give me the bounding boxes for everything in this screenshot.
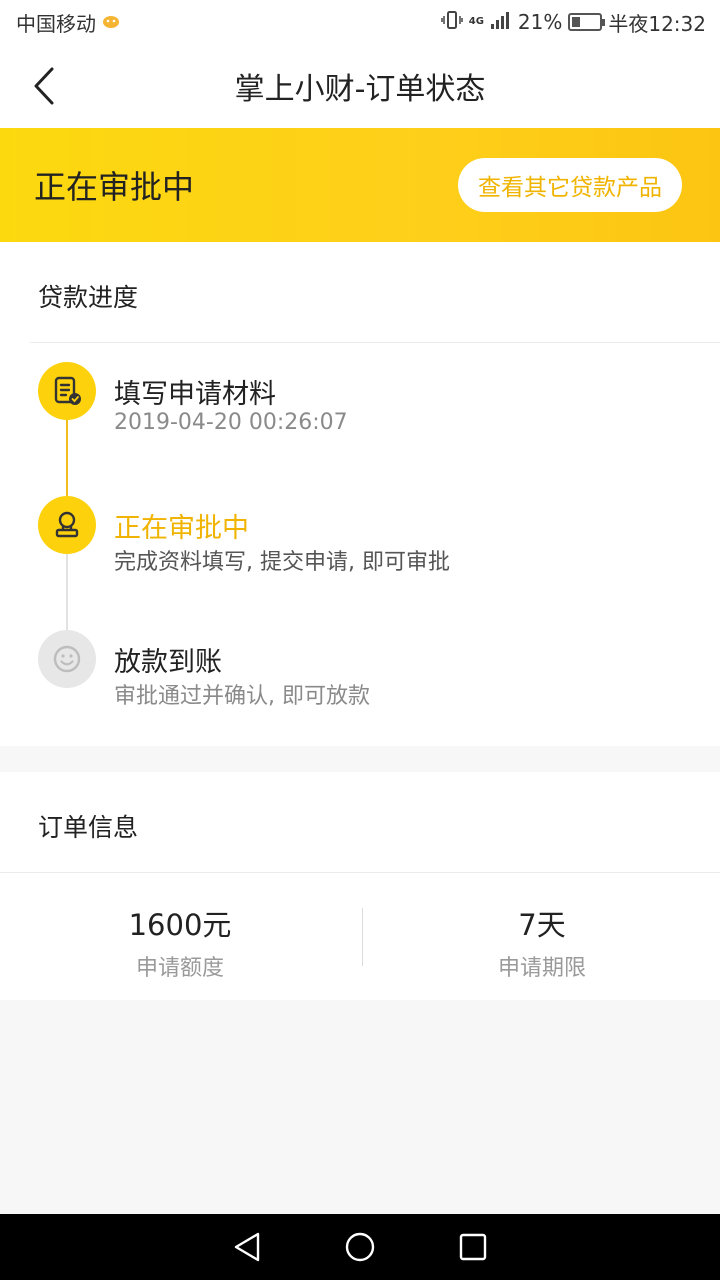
loan-progress-card: 贷款进度 填写申请材料 2019-04-20 00:26:07 正在审批中 完成… [0, 242, 720, 746]
step-subtitle: 审批通过并确认, 即可放款 [114, 684, 370, 709]
order-status: 正在审批中 [34, 168, 195, 206]
step-timestamp: 2019-04-20 00:26:07 [114, 410, 348, 435]
term-value: 7天 [518, 908, 566, 942]
amount-value: 1600元 [128, 908, 232, 942]
circle-home-icon [345, 1232, 375, 1262]
status-bar-left: 中国移动 [16, 8, 120, 37]
order-info-title: 订单信息 [38, 813, 139, 842]
chevron-left-icon [34, 67, 54, 105]
stamp-icon [38, 496, 96, 554]
order-info-card: 订单信息 1600元 申请额度 7天 申请期限 [0, 772, 720, 1000]
step-title: 填写申请材料 [114, 379, 276, 410]
divider [30, 342, 720, 343]
network-type: 4G [468, 16, 484, 27]
term-info: 7天 申请期限 [362, 902, 720, 982]
step-title-active: 正在审批中 [114, 513, 249, 544]
nav-bar: 掌上小财-订单状态 [0, 44, 720, 128]
vibrate-icon [440, 10, 463, 35]
page-title: 掌上小财-订单状态 [234, 72, 486, 107]
carrier-label: 中国移动 [16, 11, 96, 36]
status-bar: 中国移动 4G 21% 半夜12:32 [0, 0, 720, 44]
term-label: 申请期限 [497, 956, 586, 981]
status-banner: 正在审批中 查看其它贷款产品 [0, 128, 720, 242]
smiley-icon [38, 630, 96, 688]
amount-label: 申请额度 [135, 956, 224, 981]
clock: 半夜12:32 [608, 11, 706, 36]
square-recents-icon [460, 1233, 487, 1261]
other-products-button[interactable]: 查看其它贷款产品 [458, 158, 682, 212]
step-title: 放款到账 [114, 647, 222, 678]
battery-icon [568, 13, 606, 31]
system-nav-bar [0, 1214, 720, 1280]
system-recents-button[interactable] [453, 1227, 493, 1267]
system-back-button[interactable] [227, 1227, 267, 1267]
notification-icon [102, 10, 120, 34]
system-home-button[interactable] [340, 1227, 380, 1267]
triangle-back-icon [234, 1232, 259, 1262]
amount-info: 1600元 申请额度 [0, 902, 360, 982]
progress-title: 贷款进度 [38, 283, 139, 312]
step-subtitle: 完成资料填写, 提交申请, 即可审批 [114, 550, 450, 575]
signal-icon [490, 10, 512, 35]
progress-line-pending [66, 554, 68, 630]
progress-line-done [66, 420, 68, 496]
battery-percent: 21% [517, 10, 563, 34]
status-bar-right: 4G 21% 半夜12:32 [440, 8, 706, 37]
back-button[interactable] [24, 62, 64, 110]
document-check-icon [38, 362, 96, 420]
divider [0, 872, 720, 873]
